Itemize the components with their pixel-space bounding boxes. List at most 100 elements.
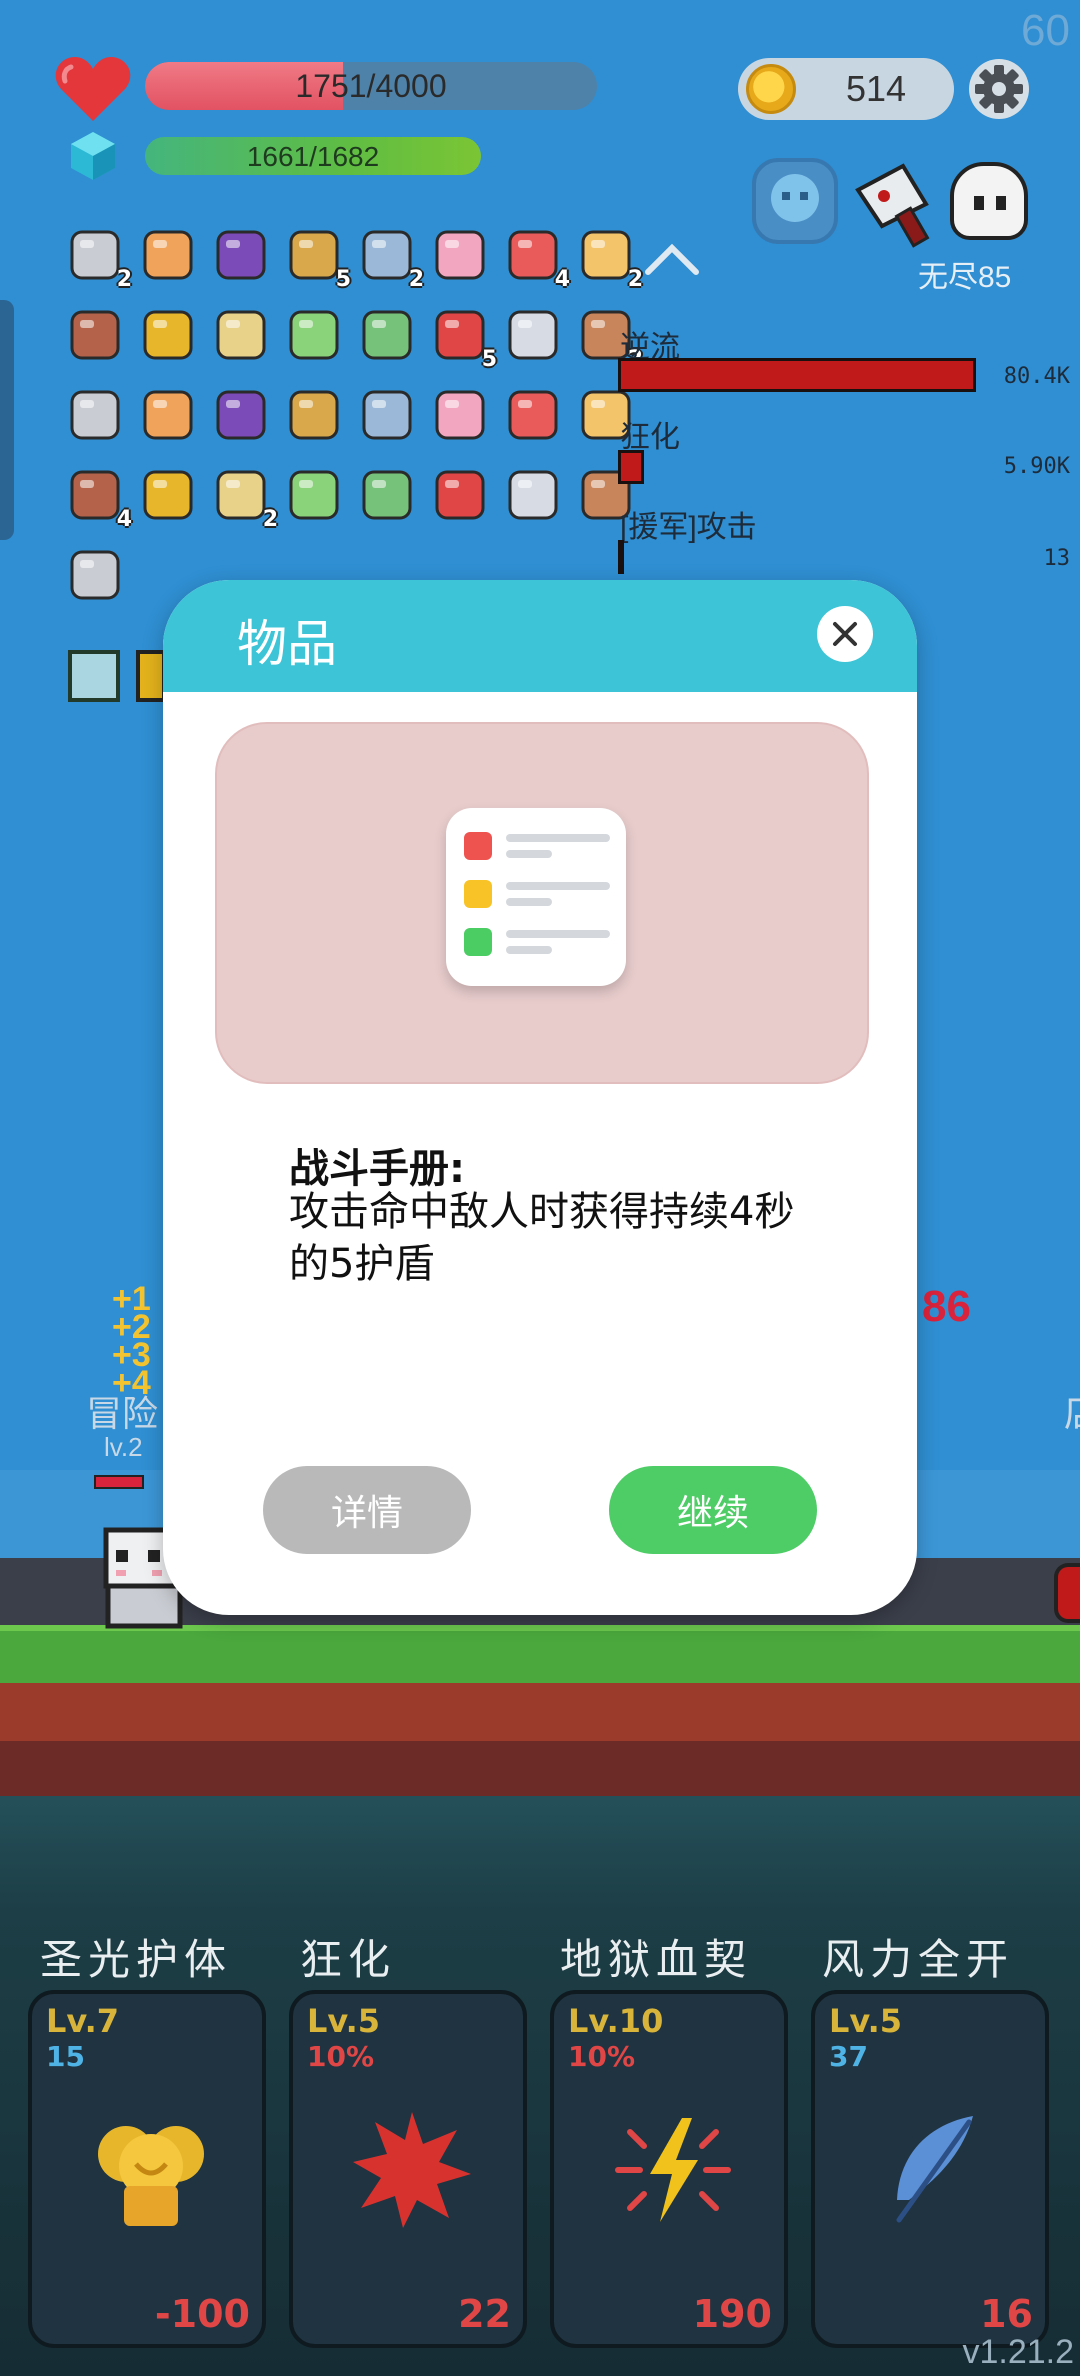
burst-icon [353,2112,471,2228]
skill-cost: 16 [980,2292,1033,2336]
hp-bar: 1751/4000 [145,62,597,110]
meteor-icon[interactable]: 2 [64,224,132,292]
mana-text: 1661/1682 [246,141,380,172]
item-sprite [435,470,485,520]
dagger-icon[interactable]: 2 [210,464,278,532]
skill-title: 圣光护体 [40,1935,233,1984]
item-count-badge: 4 [554,267,570,292]
item-sprite [289,390,339,440]
skill-cost: -100 [154,2292,250,2336]
spiral-icon[interactable] [429,384,491,446]
item-count-badge: 2 [408,267,424,292]
item-sprite [143,470,193,520]
stat-value: 80.4K [1003,364,1070,389]
skill-title: 地狱血契 [560,1935,753,1984]
item-dialog: 物品 战斗手册: 攻击命中敌人时获得持续4秒的5护盾 详情 继续 [163,580,917,1615]
chevron-up-icon[interactable] [642,240,702,280]
skill-card-berserk[interactable]: Lv.5 10% 22 [289,1990,527,2348]
enemy-sprite [1054,1563,1080,1623]
item-sprite [70,310,120,360]
skill-cost: 22 [458,2292,511,2336]
star-card-icon[interactable] [429,464,491,526]
ice-cream-icon[interactable] [429,224,491,286]
beer-icon[interactable]: 2 [575,224,643,292]
relic-lantern-icon[interactable] [68,650,120,702]
relic-gold-icon[interactable] [136,650,166,702]
skill-level: Lv.5 [829,2002,903,2040]
item-sprite [508,310,558,360]
stat-label: [援军]攻击 [620,511,757,544]
item-count-badge: 5 [481,347,497,372]
sword-icon[interactable]: 4 [64,464,132,532]
coffin-icon[interactable] [64,304,126,366]
chat-bubbles-icon[interactable] [356,384,418,446]
hero-hp-bar [94,1475,144,1489]
skull-boss-icon[interactable] [950,162,1028,240]
dirt-layer-deep [0,1741,1080,1796]
close-button[interactable] [817,606,873,662]
details-button[interactable]: 详情 [263,1466,471,1554]
endless-level: 无尽85 [918,261,1012,294]
checklist-icon[interactable] [283,464,345,526]
gear-icon[interactable] [968,58,1030,120]
lightning-icon [615,2118,731,2222]
stat-bar [618,358,976,392]
skill-value: 10% [307,2040,375,2073]
item-sprite [216,390,266,440]
flower-icon[interactable] [502,464,564,526]
skill-level: Lv.7 [46,2002,120,2040]
menu-card-icon[interactable] [137,224,199,286]
compass-icon[interactable] [137,464,199,526]
hand-icon[interactable] [502,384,564,446]
skill-card-holy-shield[interactable]: Lv.7 15 -100 [28,1990,266,2348]
hero-level: lv.2 [104,1432,143,1462]
pill-icon[interactable] [502,304,564,366]
scroll-icon[interactable] [356,464,418,526]
flask-icon[interactable] [356,304,418,366]
stat-bar [618,450,644,484]
scroll-map-icon[interactable] [210,304,272,366]
dialog-header: 物品 [163,580,917,692]
mana-bar: 1661/1682 [145,137,481,175]
apple-icon[interactable]: 5 [429,304,497,372]
item-count-badge: 2 [262,507,278,532]
item-sprite [362,310,412,360]
side-drawer-handle[interactable] [0,300,14,540]
item-sprite [143,390,193,440]
book-icon[interactable]: 5 [283,224,351,292]
speech-bubble-icon[interactable] [64,384,126,446]
skill-card-hell-pact[interactable]: Lv.10 10% 190 [550,1990,788,2348]
witch-hat-icon[interactable] [210,224,272,286]
item-sprite [508,390,558,440]
grass-strip [0,1625,1080,1683]
item-sprite [289,470,339,520]
crystal-icon [71,132,115,180]
pineapple-icon[interactable] [137,304,199,366]
item-sprite [70,550,120,600]
item-sprite [70,390,120,440]
item-sprite [143,310,193,360]
skull-hat-icon[interactable] [137,384,199,446]
robe-icon[interactable]: 2 [356,224,424,292]
cleaver-boss-icon[interactable] [848,160,938,250]
watermelon-icon[interactable]: 4 [502,224,570,292]
item-sprite [143,230,193,280]
skill-cost: 190 [692,2292,772,2336]
item-count-badge: 5 [335,267,351,292]
skill-card-full-wind[interactable]: Lv.5 37 16 [811,1990,1049,2348]
item-count-badge: 2 [627,267,643,292]
skill-value: 15 [46,2040,85,2073]
jar-icon[interactable] [64,544,126,606]
heart-icon [55,57,131,121]
potion-icon[interactable] [283,304,345,366]
stat-bar [618,540,624,574]
item-sprite [216,230,266,280]
briefcase-card-icon[interactable] [283,384,345,446]
cards-icon[interactable] [210,384,272,446]
coin-counter: 514 [738,58,954,120]
item-sprite [216,310,266,360]
skill-value: 10% [568,2040,636,2073]
continue-button[interactable]: 继续 [609,1466,817,1554]
ghost-boss-icon[interactable] [752,158,838,244]
skill-title: 狂化 [300,1935,397,1984]
